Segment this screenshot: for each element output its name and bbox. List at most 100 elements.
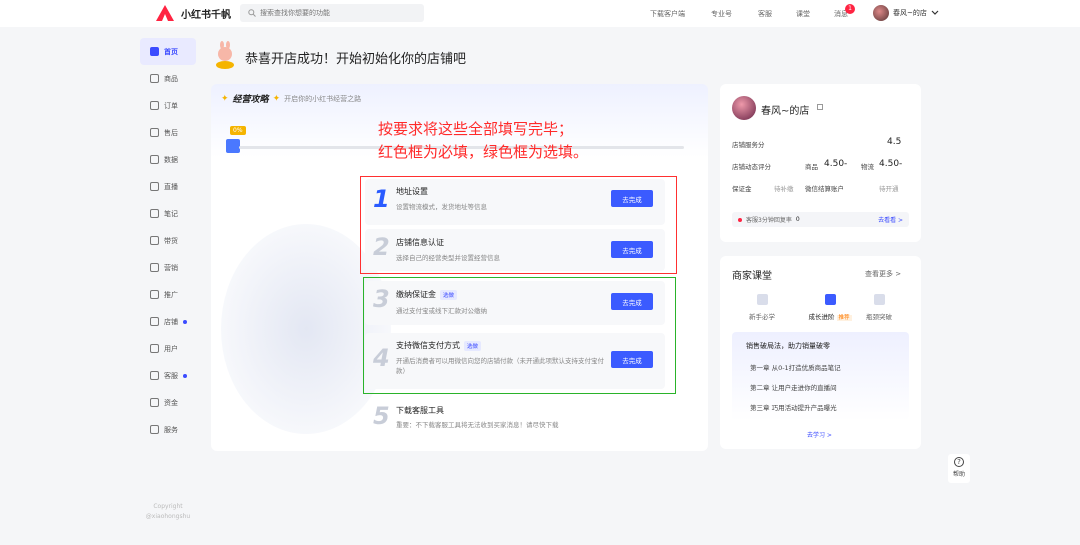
store-card: 春风~的店 店铺服务分 4.5 店铺动态评分 商品 4.50- 物流 4.50-… <box>720 84 921 242</box>
app-name: 小红书千帆 <box>181 9 231 21</box>
nav-pro-account[interactable]: 专业号 <box>711 9 732 19</box>
service-notice: 客服3分钟回复率 0 去看看 > <box>732 212 909 227</box>
course-item[interactable]: 第二章 让用户走进你的直播间 <box>750 382 837 392</box>
diamond-icon <box>150 425 159 434</box>
deposit-status[interactable]: 待补缴 <box>774 183 794 193</box>
user-name: 春风~的店 <box>893 9 927 17</box>
after-sales-icon <box>150 128 159 137</box>
nav-customer-service[interactable]: 客服 <box>758 9 772 19</box>
sidebar-item-label: 直播 <box>164 182 178 191</box>
nav-classroom[interactable]: 课堂 <box>796 9 810 19</box>
sidebar-item-home[interactable]: 首页 <box>140 38 196 65</box>
service-score-label: 店铺服务分 <box>732 141 765 149</box>
sidebar-item-store[interactable]: 店铺 <box>140 308 196 335</box>
sidebar-item-promotion[interactable]: 推广 <box>140 281 196 308</box>
sidebar-item-label: 店铺 <box>164 317 178 326</box>
order-icon <box>150 101 159 110</box>
wechat-account-label: 微信结算账户 <box>805 185 844 193</box>
tab-label: 新手必学 <box>749 313 775 321</box>
logistics-score-label: 物流 <box>861 163 874 171</box>
nav-download-client[interactable]: 下载客户端 <box>650 9 685 19</box>
page-title: 恭喜开店成功！开始初始化你的店铺吧 <box>245 52 467 67</box>
store-icon <box>150 317 159 326</box>
progress-flag-icon <box>226 139 240 153</box>
user-menu[interactable]: 春风~的店 <box>873 5 939 21</box>
service-score-value: 4.5 <box>887 137 902 147</box>
sparkle-icon: ✦ <box>221 93 229 104</box>
copyright: Copyright @xiaohongshu <box>143 502 193 522</box>
sidebar-item-live[interactable]: 直播 <box>140 173 196 200</box>
sidebar-item-services[interactable]: 服务 <box>140 416 196 443</box>
guide-header: ✦ 经营攻略 ✦ 开启你的小红书经营之路 <box>221 92 361 106</box>
goods-score-label: 商品 <box>805 163 818 171</box>
top-bar: 小红书千帆 下载客户端 专业号 客服 课堂 消息 1 春风~的店 <box>0 0 1080 27</box>
chart-icon <box>150 155 159 164</box>
sidebar-item-orders[interactable]: 订单 <box>140 92 196 119</box>
app-logo[interactable]: 小红书千帆 <box>155 4 231 22</box>
tab-breakthrough[interactable]: 瓶颈突破 <box>854 294 904 321</box>
search-icon <box>248 9 256 17</box>
annotation-line: 按要求将这些全部填写完毕； <box>378 120 574 138</box>
wallet-icon <box>150 398 159 407</box>
bar-chart-icon <box>873 294 885 305</box>
sidebar-item-label: 订单 <box>164 101 178 110</box>
course-item[interactable]: 第一章 从0-1打造优质商品笔记 <box>750 362 841 372</box>
sidebar-item-after-sales[interactable]: 售后 <box>140 119 196 146</box>
home-icon <box>150 47 159 56</box>
sparkle-icon: ✦ <box>272 93 281 104</box>
tab-beginner[interactable]: 新手必学 <box>737 294 787 321</box>
wechat-account-status[interactable]: 待开通 <box>879 183 899 193</box>
tab-label: 瓶颈突破 <box>866 313 892 321</box>
sidebar-item-users[interactable]: 用户 <box>140 335 196 362</box>
sidebar-item-label: 推广 <box>164 290 178 299</box>
sidebar-item-label: 用户 <box>164 344 178 353</box>
promotion-icon <box>150 290 159 299</box>
store-avatar <box>732 96 756 120</box>
logistics-score-value: 4.50- <box>879 159 903 169</box>
sidebar-item-data[interactable]: 数据 <box>140 146 196 173</box>
sidebar-item-service[interactable]: 客服 <box>140 362 196 389</box>
goods-score-value: 4.50- <box>824 159 848 169</box>
course-heading: 销售破局法，助力销量破零 <box>746 342 830 350</box>
guide-title: 经营攻略 <box>232 95 269 105</box>
sidebar-item-notes[interactable]: 笔记 <box>140 200 196 227</box>
sidebar-item-marketing[interactable]: 营销 <box>140 254 196 281</box>
required-steps-box <box>360 176 677 274</box>
sidebar-item-label: 资金 <box>164 398 178 407</box>
mascot-icon <box>216 41 234 69</box>
class-more-link[interactable]: 查看更多 > <box>865 269 901 279</box>
users-icon <box>150 344 159 353</box>
tab-growth[interactable]: 成长进阶 推荐 <box>800 294 860 321</box>
sidebar-item-products[interactable]: 商品 <box>140 65 196 92</box>
qr-code-icon[interactable] <box>817 104 823 110</box>
sidebar-item-label: 商品 <box>164 74 178 83</box>
beginner-icon <box>756 294 768 305</box>
notice-link[interactable]: 去看看 > <box>878 215 903 224</box>
go-learn-link[interactable]: 去学习 > <box>807 430 832 439</box>
help-button[interactable]: ? 帮助 <box>948 454 970 483</box>
deposit-label: 保证金 <box>732 185 752 193</box>
copyright-line: @xiaohongshu <box>145 513 191 520</box>
alert-dot <box>738 217 742 222</box>
tab-label: 成长进阶 <box>808 313 835 321</box>
message-badge: 1 <box>845 4 855 14</box>
dynamic-score-label: 店铺动态评分 <box>732 163 771 171</box>
search-box[interactable] <box>240 4 424 22</box>
megaphone-icon <box>150 263 159 272</box>
notification-dot <box>183 319 187 324</box>
step-description: 重要：不下载客服工具将无法收到买家消息！请尽快下载 <box>396 421 559 429</box>
sidebar-item-label: 数据 <box>164 155 178 164</box>
help-label: 帮助 <box>952 471 965 478</box>
search-input[interactable] <box>260 9 410 17</box>
class-title: 商家课堂 <box>732 271 772 282</box>
sidebar-item-label: 客服 <box>164 371 178 380</box>
notice-text: 客服3分钟回复率 <box>746 217 792 224</box>
notification-dot <box>183 373 187 378</box>
copyright-line: Copyright <box>153 503 183 510</box>
recommend-tag: 推荐 <box>836 315 852 321</box>
sidebar-item-funds[interactable]: 资金 <box>140 389 196 416</box>
course-item[interactable]: 第三章 巧用活动提升产品曝光 <box>750 402 837 412</box>
sidebar-item-affiliate[interactable]: 带货 <box>140 227 196 254</box>
progress-percent: 0% <box>230 126 246 135</box>
product-icon <box>150 74 159 83</box>
